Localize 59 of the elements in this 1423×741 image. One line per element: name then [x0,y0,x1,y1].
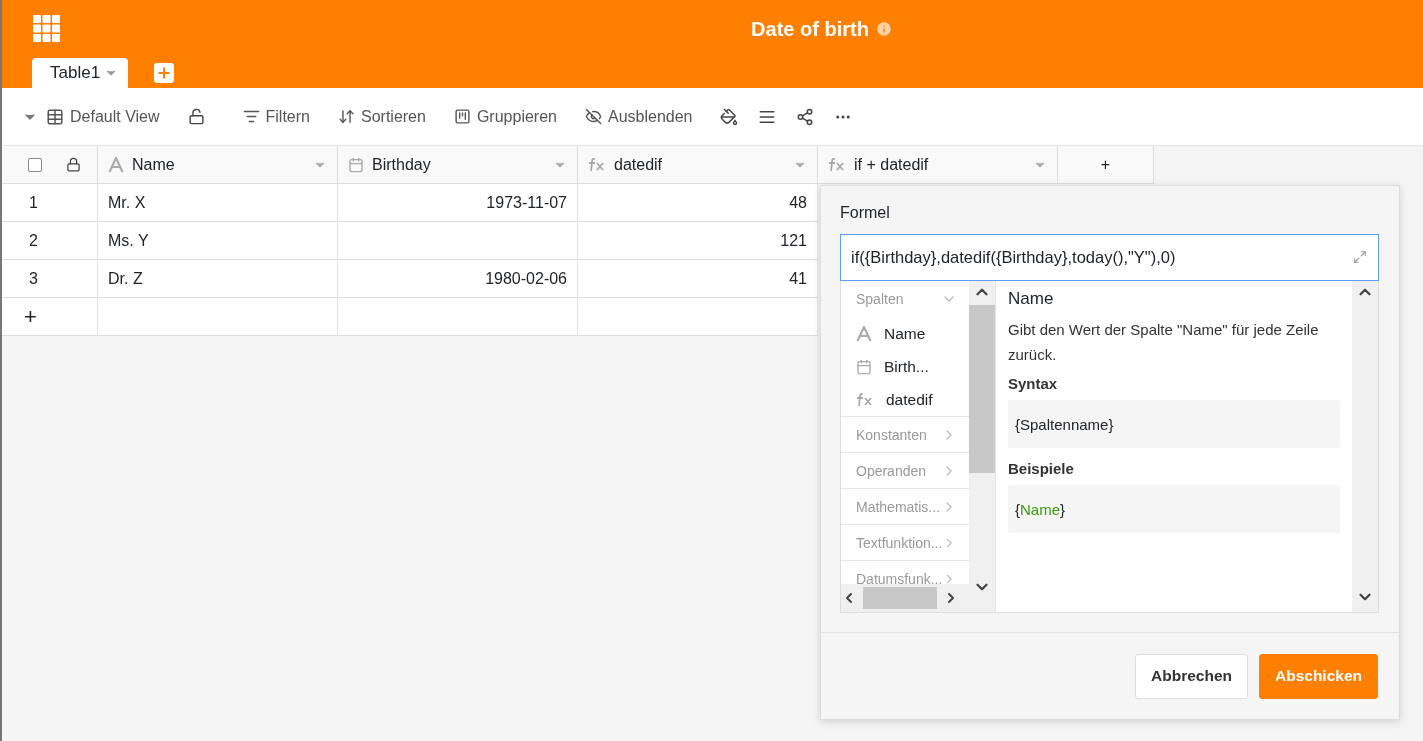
column-list-item[interactable]: Name [841,317,969,350]
formula-icon [588,157,606,172]
hidden-eye-icon [584,108,602,125]
lock-icon[interactable] [66,157,81,172]
column-list-item[interactable]: Birth... [841,350,969,383]
toolbar-button[interactable]: Gruppieren [453,107,557,126]
text-type-icon [856,325,872,342]
table-cell: 121 [578,222,818,260]
horizontal-scrollbar[interactable] [841,584,969,612]
row-number: 3 [2,260,98,298]
column-header[interactable]: Name [98,146,338,184]
view-selector[interactable]: Default View [46,107,160,126]
formula-icon [828,157,846,172]
table-cell: 1980-02-06 [338,260,578,298]
column-list-item[interactable]: datedif [841,383,969,416]
text-type-icon [108,156,124,173]
column-header[interactable]: Birthday [338,146,578,184]
add-column-button[interactable]: + [1058,146,1154,184]
table-icon [46,107,64,126]
lock-icon[interactable] [187,108,205,125]
function-title: Name [1008,289,1055,309]
function-description: Gibt den Wert der Spalte "Name" für jede Zeile zurück. [1008,320,1320,365]
table-cell: 41 [578,260,818,298]
formula-icon [856,392,874,407]
sort-icon [338,108,355,125]
share-icon[interactable] [796,107,815,126]
cancel-button[interactable]: Abbrechen [1135,653,1248,699]
add-table-button[interactable] [154,63,175,83]
select-all-checkbox[interactable] [28,157,42,172]
formula-field[interactable]: if({Birthday},datedif({Birthday},today(),"Y"),0) [840,234,1379,281]
toolbar-button[interactable]: Ausblenden [584,107,693,126]
table-cell: 48 [578,184,818,222]
filter-icon [242,108,260,125]
row-number: 2 [2,222,98,260]
syntax-code: {Spaltenname} [1008,400,1340,448]
paint-bucket-icon[interactable] [720,107,739,126]
app-grid-icon[interactable] [33,15,61,43]
field-label: Formel [840,204,891,222]
table-cell: 1973-11-07 [338,184,578,222]
calendar-icon [856,358,872,375]
section-heading: Syntax [1008,375,1059,392]
section-heading: Beispiele [1008,460,1075,477]
vertical-scrollbar[interactable] [969,281,995,612]
toolbar-button[interactable]: Sortieren [338,107,426,126]
calendar-icon [348,156,364,173]
toolbar-button[interactable]: Filtern [242,107,310,126]
group-icon [453,108,471,125]
column-header[interactable]: if + datedif [818,146,1058,184]
table-cell: Mr. X [98,184,338,222]
table-cell: Ms. Y [98,222,338,260]
example-code: {Name} [1008,485,1340,533]
column-header[interactable]: datedif [578,146,818,184]
vertical-scrollbar[interactable] [1352,281,1378,612]
expand-icon[interactable] [1353,250,1367,264]
table-tab[interactable]: Table1 [32,58,129,88]
table-cell: Dr. Z [98,260,338,298]
add-row-button[interactable]: + [2,298,98,336]
row-number: 1 [2,184,98,222]
table-title: Date of birth [751,17,869,41]
